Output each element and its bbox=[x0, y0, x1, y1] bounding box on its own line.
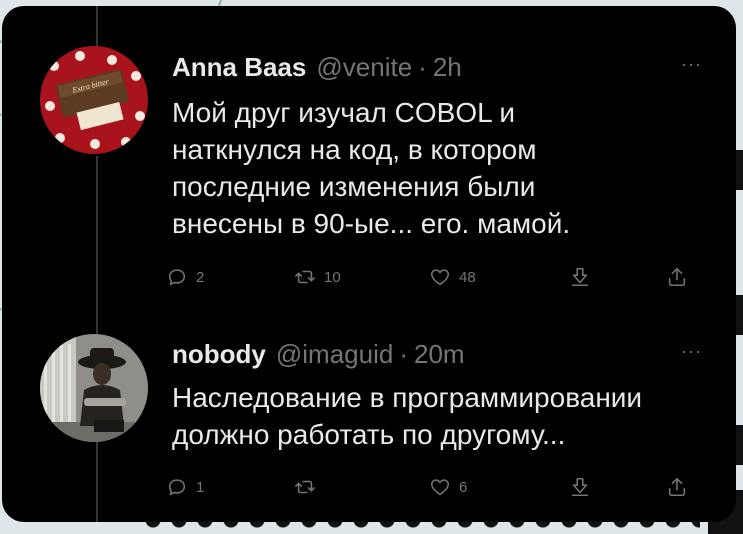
separator-dot: · bbox=[418, 52, 427, 82]
like-icon bbox=[430, 479, 450, 496]
like-count: 6 bbox=[459, 478, 468, 496]
tweet-text: Наследование в программировании должно р… bbox=[172, 379, 712, 453]
tweet-text-line: Наследование в программировании bbox=[172, 382, 643, 413]
thread-line bbox=[96, 438, 98, 522]
more-icon[interactable]: ··· bbox=[681, 341, 702, 362]
tweet-text-line: внесены в 90-ые... его. мамой. bbox=[172, 208, 571, 239]
bookmark-button[interactable] bbox=[569, 266, 591, 288]
like-button[interactable]: 6 bbox=[429, 476, 467, 498]
retweet-icon bbox=[295, 480, 315, 494]
retweet-icon bbox=[295, 270, 315, 284]
retweet-button[interactable] bbox=[294, 476, 324, 498]
tweet-thread-card: Extra bitter Anna Baas @venite · 2h ··· Мо… bbox=[2, 6, 736, 522]
bookmark-icon bbox=[571, 477, 589, 497]
author-meta: @venite · 2h bbox=[316, 52, 461, 83]
reply-icon bbox=[168, 479, 186, 496]
like-count: 48 bbox=[459, 268, 476, 286]
reply-icon bbox=[168, 269, 186, 286]
bookmark-button[interactable] bbox=[569, 476, 591, 498]
like-button[interactable]: 48 bbox=[429, 266, 476, 288]
share-icon bbox=[668, 477, 686, 497]
tweet-text-line: последние изменения были bbox=[172, 171, 536, 202]
tweet-header: nobody @imaguid · 20m bbox=[172, 339, 465, 370]
more-icon[interactable]: ··· bbox=[681, 54, 702, 75]
retweet-button[interactable]: 10 bbox=[294, 266, 341, 288]
like-icon bbox=[430, 269, 450, 286]
reply-count: 2 bbox=[196, 268, 205, 286]
tweet-text-line: Мой друг изучал COBOL и bbox=[172, 97, 516, 128]
timestamp[interactable]: 20m bbox=[414, 339, 465, 369]
author-name[interactable]: nobody bbox=[172, 339, 266, 370]
author-meta: @imaguid · 20m bbox=[276, 339, 465, 370]
author-name[interactable]: Anna Baas bbox=[172, 52, 306, 83]
timestamp[interactable]: 2h bbox=[433, 52, 462, 82]
bookmark-icon bbox=[571, 267, 589, 287]
reply-count: 1 bbox=[196, 478, 205, 496]
author-handle[interactable]: @venite bbox=[316, 52, 412, 82]
retweet-count: 10 bbox=[324, 268, 341, 286]
share-button[interactable] bbox=[666, 266, 688, 288]
tweet-header: Anna Baas @venite · 2h bbox=[172, 52, 462, 83]
avatar[interactable] bbox=[40, 334, 148, 442]
reply-button[interactable]: 1 bbox=[166, 476, 204, 498]
reply-button[interactable]: 2 bbox=[166, 266, 204, 288]
thread-line bbox=[96, 6, 98, 50]
separator-dot: · bbox=[399, 339, 408, 369]
tweet-text-line: наткнулся на код, в котором bbox=[172, 134, 537, 165]
tweet-text-line: должно работать по другому... bbox=[172, 419, 566, 450]
tweet-actions: 2 10 48 bbox=[166, 266, 706, 296]
tweet-text: Мой друг изучал COBOL и наткнулся на код… bbox=[172, 94, 712, 242]
author-handle[interactable]: @imaguid bbox=[276, 339, 393, 369]
avatar[interactable]: Extra bitter bbox=[40, 46, 148, 154]
tweet-actions: 1 6 bbox=[166, 476, 706, 506]
share-icon bbox=[668, 267, 686, 287]
thread-line bbox=[96, 156, 98, 336]
share-button[interactable] bbox=[666, 476, 688, 498]
